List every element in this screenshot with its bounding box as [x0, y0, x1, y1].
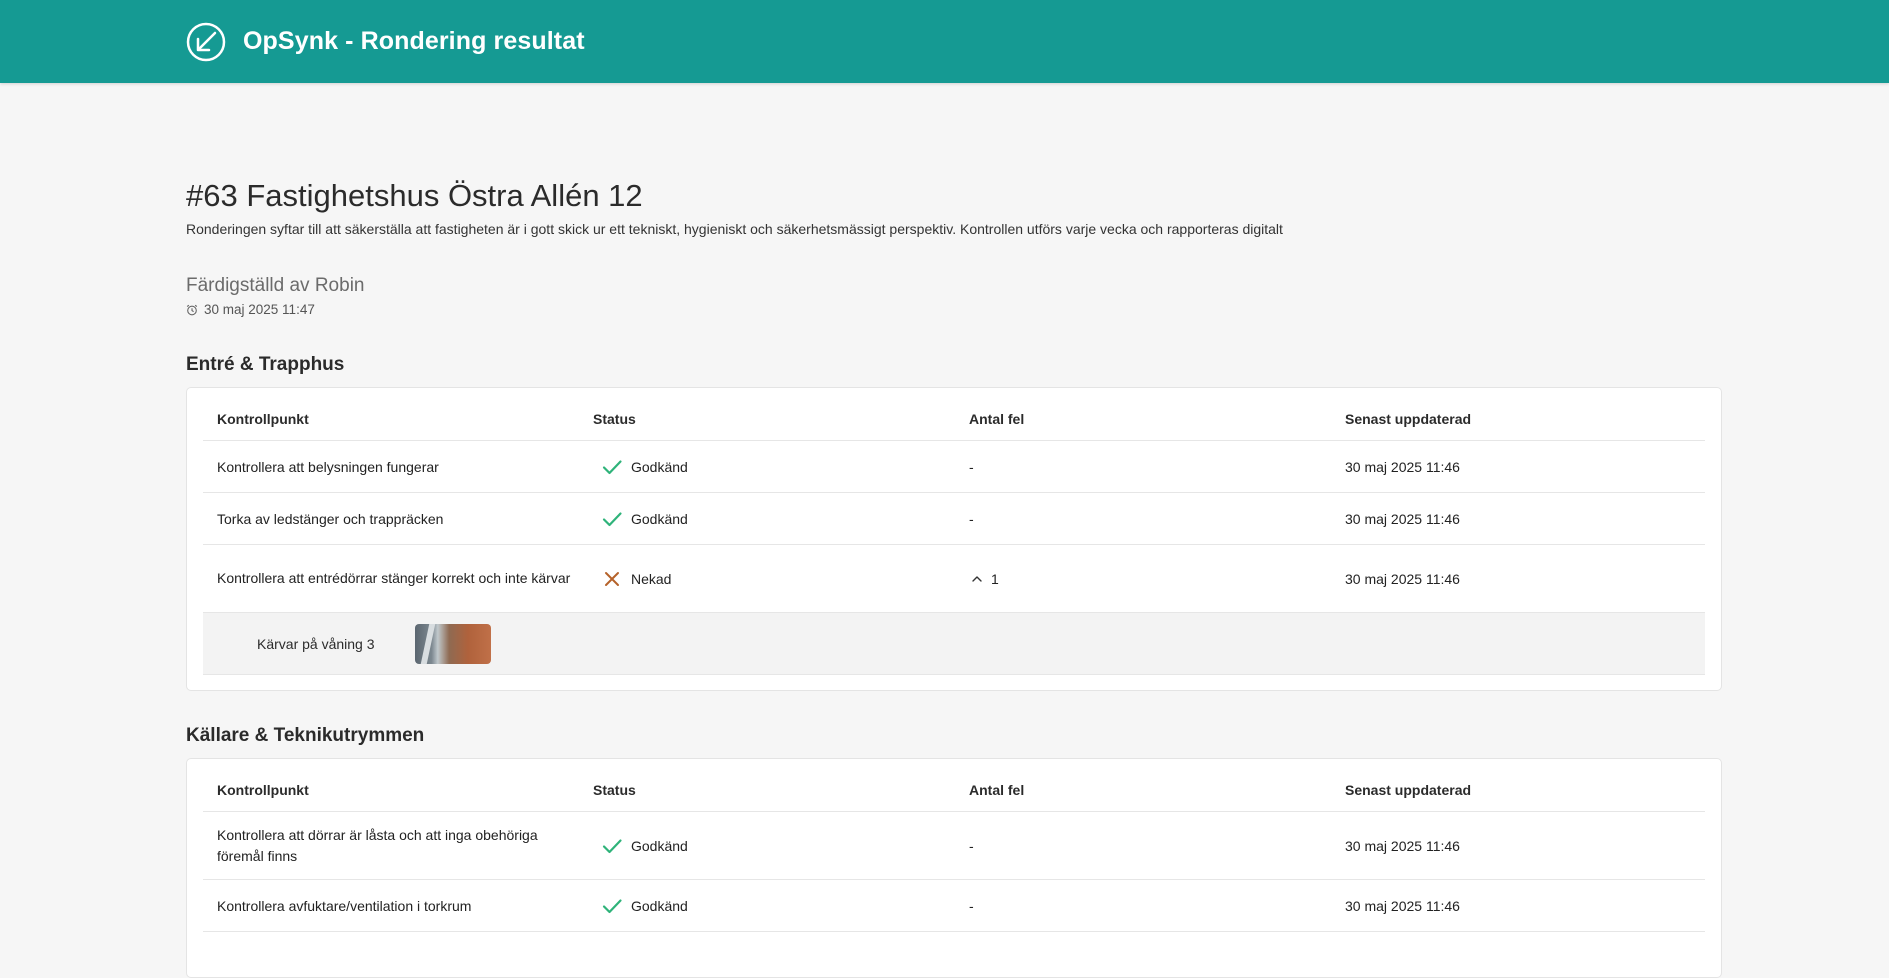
table-row: Kontrollera avfuktare/ventilation i tork…: [203, 880, 1705, 932]
control-point: Kontrollera att entrédörrar stänger korr…: [217, 570, 571, 586]
section-card-kallare: Kontrollpunkt Status Antal fel Senast up…: [186, 758, 1722, 978]
table-row: Kontrollera att dörrar är låsta och att …: [203, 812, 1705, 880]
last-updated: 30 maj 2025 11:46: [1345, 510, 1460, 527]
finding-row: Kärvar på våning 3: [203, 613, 1705, 675]
alarm-clock-icon: [186, 304, 198, 315]
check-icon: [602, 898, 622, 913]
table-row: Kontrollera att belysningen fungerar God…: [203, 441, 1705, 493]
col-header-error-count: Antal fel: [969, 782, 1025, 798]
status-label: Nekad: [631, 570, 672, 587]
error-count: -: [969, 897, 974, 914]
status-cell: Godkänd: [579, 508, 955, 530]
page-title: #63 Fastighetshus Östra Allén 12: [186, 178, 643, 213]
error-count: -: [969, 458, 974, 475]
status-label: Godkänd: [631, 458, 688, 475]
completed-date-text: 30 maj 2025 11:47: [204, 302, 315, 317]
status-cell: Godkänd: [579, 895, 955, 917]
control-point: Kontrollera avfuktare/ventilation i tork…: [217, 897, 472, 914]
section-card-entre: Kontrollpunkt Status Antal fel Senast up…: [186, 387, 1722, 691]
col-header-last-updated: Senast uppdaterad: [1345, 782, 1472, 798]
table-row[interactable]: Kontrollera att entrédörrar stänger korr…: [203, 545, 1705, 613]
error-count: -: [969, 837, 974, 854]
page-description: Ronderingen syftar till att säkerställa …: [186, 221, 1283, 237]
last-updated: 30 maj 2025 11:46: [1345, 458, 1460, 475]
app-title: OpSynk - Rondering resultat: [243, 27, 585, 55]
last-updated: 30 maj 2025 11:46: [1345, 570, 1460, 587]
finding-photo-thumbnail[interactable]: [414, 623, 491, 664]
col-header-control-point: Kontrollpunkt: [217, 782, 309, 798]
error-count-toggle[interactable]: 1: [955, 571, 1331, 587]
col-header-last-updated: Senast uppdaterad: [1345, 411, 1472, 427]
status-label: Godkänd: [631, 897, 688, 914]
finding-text: Kärvar på våning 3: [257, 635, 375, 652]
control-point: Kontrollera att dörrar är låsta och att …: [217, 826, 538, 864]
col-header-control-point: Kontrollpunkt: [217, 411, 309, 427]
check-icon: [602, 838, 622, 853]
control-point: Kontrollera att belysningen fungerar: [217, 458, 439, 475]
status-label: Godkänd: [631, 837, 688, 854]
last-updated: 30 maj 2025 11:46: [1345, 897, 1460, 914]
cross-icon: [605, 571, 619, 586]
col-header-error-count: Antal fel: [969, 411, 1025, 427]
status-cell: Nekad: [579, 568, 955, 590]
table-header: Kontrollpunkt Status Antal fel Senast up…: [203, 759, 1705, 812]
check-icon: [602, 511, 622, 526]
section-title-kallare: Källare & Teknikutrymmen: [186, 725, 425, 746]
error-count: -: [969, 510, 974, 527]
status-cell: Godkänd: [579, 456, 955, 478]
col-header-status: Status: [593, 411, 636, 427]
top-bar: OpSynk - Rondering resultat: [0, 0, 1889, 83]
opsynk-logo-icon: [186, 22, 226, 61]
check-icon: [602, 459, 622, 474]
error-count: 1: [991, 570, 999, 587]
col-header-status: Status: [593, 782, 636, 798]
section-title-entre: Entré & Trapphus: [186, 354, 345, 375]
control-point: Torka av ledstänger och trappräcken: [217, 510, 444, 527]
completed-date: 30 maj 2025 11:47: [186, 302, 315, 317]
chevron-up-icon[interactable]: [969, 571, 985, 587]
table-header: Kontrollpunkt Status Antal fel Senast up…: [203, 388, 1705, 441]
status-cell: Godkänd: [579, 835, 955, 857]
last-updated: 30 maj 2025 11:46: [1345, 837, 1460, 854]
completed-by: Färdigställd av Robin: [186, 275, 365, 296]
status-label: Godkänd: [631, 510, 688, 527]
table-row: Torka av ledstänger och trappräcken Godk…: [203, 493, 1705, 545]
